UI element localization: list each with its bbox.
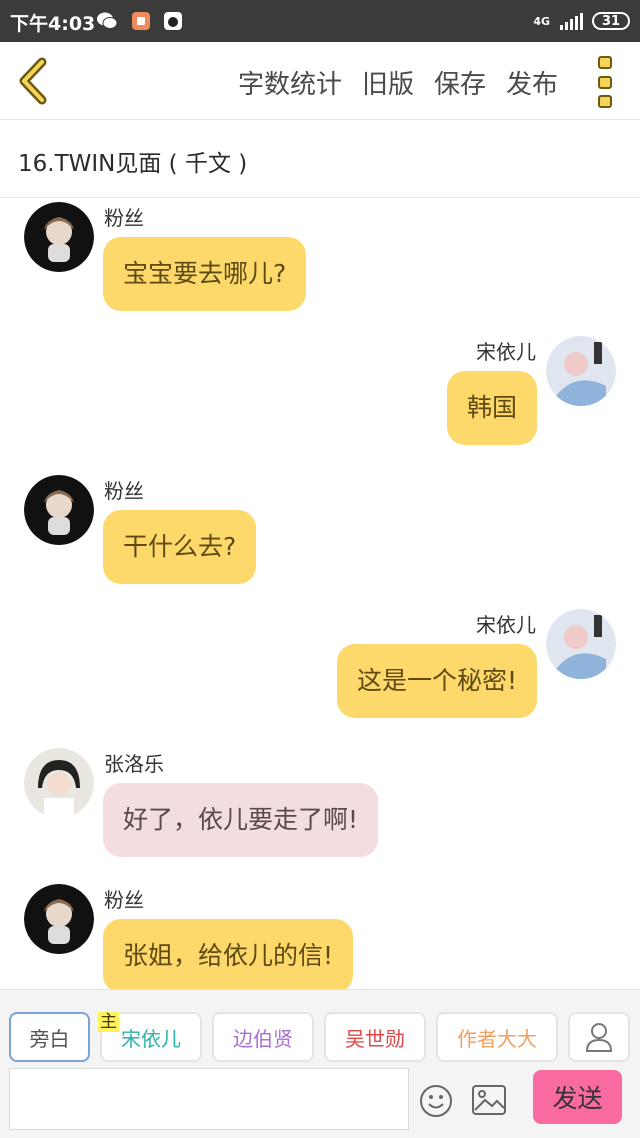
sender-name: 粉丝 [104,479,144,503]
signal-icon [560,13,583,30]
message-input[interactable] [9,1068,409,1130]
zhang-luole-avatar[interactable] [24,748,94,818]
composer: 旁白 主 宋依儿 边伯贤 吴世勋 作者大大 发送 [0,989,640,1138]
sender-name: 张洛乐 [104,752,164,776]
app-icon [132,12,150,30]
fan-avatar[interactable] [24,884,94,954]
chapter-header: 16.TWIN见面 ( 千文 ) [0,120,640,198]
publish-button[interactable]: 发布 [506,64,558,101]
sender-name: 宋依儿 [476,340,536,364]
status-bar: 下午4:03 4G 31 [0,0,640,42]
message-bubble[interactable]: 干什么去? [103,510,257,584]
status-right: 4G 31 [533,10,630,32]
role-wu-shixun-button[interactable]: 吴世勋 [324,1012,426,1062]
message-bubble[interactable]: 好了，依儿要走了啊! [103,783,379,857]
battery-icon: 31 [592,12,630,30]
role-narrator-button[interactable]: 旁白 [9,1012,90,1062]
main-role-badge: 主 [98,1012,119,1032]
add-role-button[interactable] [568,1012,630,1062]
network-label: 4G [533,14,550,28]
old-version-button[interactable]: 旧版 [362,64,414,101]
role-label: 作者大大 [457,1026,537,1051]
song-yier-avatar[interactable] [546,336,616,406]
chapter-title[interactable]: 16.TWIN见面 ( 千文 ) [18,144,247,178]
role-author-button[interactable]: 作者大大 [436,1012,558,1062]
user-icon [585,1023,613,1052]
message-bubble[interactable]: 宝宝要去哪儿? [103,237,307,311]
role-label: 边伯贤 [233,1026,293,1051]
save-button[interactable]: 保存 [434,64,486,101]
sender-name: 粉丝 [104,888,144,912]
role-label: 宋依儿 [121,1026,181,1051]
role-label: 旁白 [29,1026,70,1051]
sender-name: 宋依儿 [476,613,536,637]
chevron-left-icon[interactable] [14,56,54,106]
emoji-icon[interactable] [419,1084,453,1118]
message-bubble[interactable]: 张姐，给依儿的信! [103,919,354,989]
fan-avatar[interactable] [24,202,94,272]
wechat-icon [97,12,118,29]
send-button[interactable]: 发送 [533,1070,622,1124]
song-yier-avatar[interactable] [546,609,616,679]
qq-icon [164,12,182,30]
more-vertical-icon[interactable] [594,56,616,108]
role-selector: 旁白 主 宋依儿 边伯贤 吴世勋 作者大大 [9,1012,630,1062]
chat-list[interactable]: 粉丝 宝宝要去哪儿? 宋依儿 韩国 粉丝 干什么去? 宋依儿 这是一个秘密! 张… [0,199,640,989]
role-label: 吴世勋 [345,1026,405,1051]
top-actions: 字数统计 旧版 保存 发布 [238,64,558,101]
sender-name: 粉丝 [104,206,144,230]
fan-avatar[interactable] [24,475,94,545]
image-icon[interactable] [471,1084,507,1116]
role-song-yier-button[interactable]: 主 宋依儿 [98,1012,202,1062]
battery-level: 31 [601,13,621,29]
role-bian-boxian-button[interactable]: 边伯贤 [212,1012,314,1062]
message-bubble[interactable]: 韩国 [446,371,537,445]
word-count-button[interactable]: 字数统计 [238,64,342,101]
status-time: 下午4:03 [10,13,96,35]
message-bubble[interactable]: 这是一个秘密! [336,644,537,718]
top-bar: 字数统计 旧版 保存 发布 [0,42,640,120]
